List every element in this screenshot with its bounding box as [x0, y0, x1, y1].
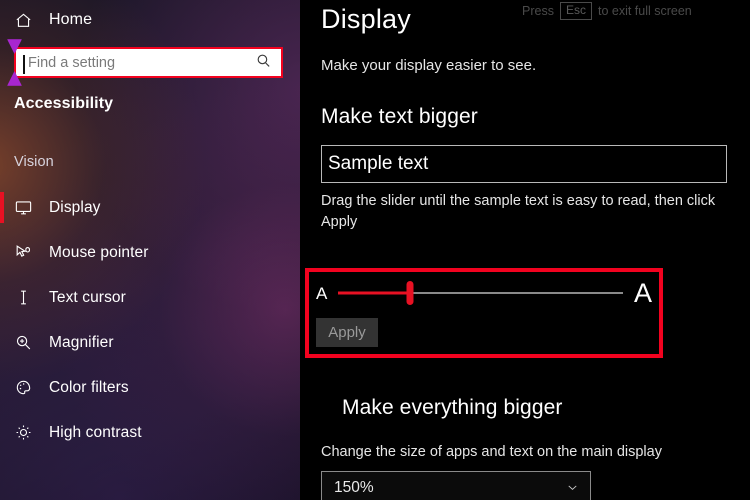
- slider-track-filled: [338, 291, 410, 295]
- sidebar-item-label: Text cursor: [49, 288, 126, 306]
- sidebar-group-heading: Vision: [14, 154, 54, 170]
- sidebar-item-high-contrast[interactable]: High contrast: [0, 410, 300, 455]
- sidebar-item-text-cursor[interactable]: Text cursor: [0, 275, 300, 320]
- slider-min-label: A: [316, 283, 328, 303]
- text-caret: [23, 55, 25, 74]
- monitor-icon: [14, 198, 40, 217]
- sidebar-item-home[interactable]: Home: [0, 0, 300, 40]
- mouse-pointer-icon: [14, 243, 40, 262]
- sidebar-item-color-filters[interactable]: Color filters: [0, 365, 300, 410]
- main-content: Press Esc to exit full screen Display Ma…: [300, 0, 750, 500]
- apply-button[interactable]: Apply: [316, 318, 378, 347]
- sidebar-item-mouse-pointer[interactable]: Mouse pointer: [0, 230, 300, 275]
- sidebar-nav-list: Display Mouse pointer Text cursor Magnif…: [0, 185, 300, 455]
- sidebar-item-label: Display: [49, 198, 101, 216]
- sidebar-app-heading: Accessibility: [14, 95, 114, 112]
- sidebar-item-label: Mouse pointer: [49, 243, 149, 261]
- sidebar-item-label: Magnifier: [49, 333, 114, 351]
- color-palette-icon: [14, 378, 40, 397]
- sidebar-item-magnifier[interactable]: Magnifier: [0, 320, 300, 365]
- sidebar-item-label: Color filters: [49, 378, 129, 396]
- brightness-icon: [14, 423, 40, 442]
- slider-thumb[interactable]: [406, 281, 413, 305]
- sidebar-item-display[interactable]: Display: [0, 185, 300, 230]
- search-input[interactable]: [16, 49, 243, 76]
- sample-text-preview: Sample text: [321, 145, 727, 183]
- sidebar-item-label: High contrast: [49, 423, 142, 441]
- slider-track-remaining: [409, 292, 623, 294]
- search-box[interactable]: [14, 47, 283, 78]
- search-icon[interactable]: [255, 52, 272, 74]
- home-icon: [14, 11, 40, 30]
- exit-fullscreen-hint: Press Esc to exit full screen: [522, 2, 692, 21]
- esc-hint-suffix: to exit full screen: [597, 4, 692, 19]
- scale-instructions: Change the size of apps and text on the …: [321, 444, 662, 460]
- settings-window: Home Accessibility Vision: [0, 0, 750, 500]
- esc-hint-prefix: Press: [522, 4, 554, 19]
- text-cursor-icon: [14, 288, 40, 307]
- chevron-down-icon: [565, 480, 580, 495]
- search-field[interactable]: [7, 39, 283, 86]
- sidebar: Home Accessibility Vision: [0, 0, 300, 500]
- slider-max-label: A: [633, 277, 652, 308]
- scale-dropdown[interactable]: 150%: [321, 471, 591, 500]
- make-everything-bigger-heading: Make everything bigger: [342, 396, 563, 419]
- page-subtitle: Make your display easier to see.: [321, 57, 537, 74]
- make-text-bigger-heading: Make text bigger: [321, 105, 478, 128]
- text-size-slider[interactable]: A A: [316, 278, 652, 308]
- scale-dropdown-value: 150%: [334, 478, 374, 496]
- esc-key-badge: Esc: [559, 2, 592, 21]
- magnifier-icon: [14, 333, 40, 352]
- slider-instructions: Drag the slider until the sample text is…: [321, 193, 716, 231]
- sample-text-value: Sample text: [328, 153, 429, 174]
- slider-track[interactable]: [338, 281, 623, 305]
- sidebar-item-label: Home: [49, 11, 93, 28]
